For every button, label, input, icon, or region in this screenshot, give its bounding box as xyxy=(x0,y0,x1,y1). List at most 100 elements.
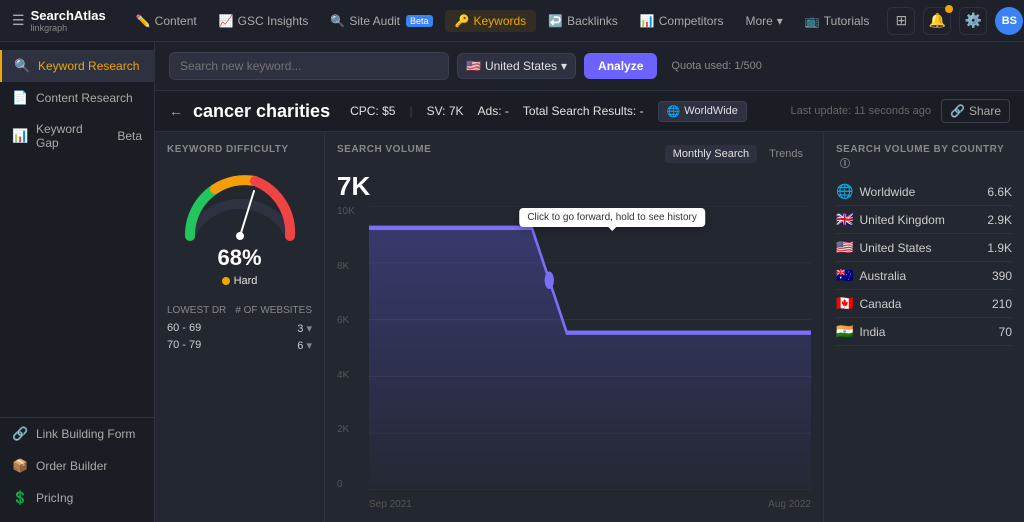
chevron-down-icon: ▾ xyxy=(777,14,783,28)
sidebar-item-link-building[interactable]: 🔗 Link Building Form xyxy=(0,418,154,450)
keyword-meta: CPC: $5 | SV: 7K Ads: - Total Search Res… xyxy=(350,101,747,122)
sv-chart-wrap: 10K 8K 6K 4K 2K 0 Click to go forward, h… xyxy=(337,206,811,510)
country-row-worldwide: 🌐Worldwide 6.6K xyxy=(836,178,1012,206)
top-navigation: ☰ SearchAtlas linkgraph ✏️ Content 📈 GSC… xyxy=(0,0,1024,42)
gauge-chart xyxy=(180,171,300,241)
dr-table: Lowest DR # of Websites 60 - 69 3 ▾ 70 -… xyxy=(167,305,312,354)
beta-badge: Beta xyxy=(406,15,433,27)
dr-row-1: 60 - 69 3 ▾ xyxy=(167,320,312,337)
hamburger-icon[interactable]: ☰ xyxy=(12,12,25,29)
kd-panel-title: KEYWORD DIFFICULTY xyxy=(167,144,312,155)
sv-header: SEARCH VOLUME Monthly Search Trends xyxy=(337,144,811,163)
nav-competitors[interactable]: 📊 Competitors xyxy=(630,10,734,32)
in-flag: 🇮🇳 xyxy=(836,323,853,340)
sidebar-item-pricing[interactable]: 💲 PricIng xyxy=(0,482,154,514)
search-bar: 🇺🇸 United States ▾ Analyze Quota used: 1… xyxy=(155,42,1024,91)
tab-trends[interactable]: Trends xyxy=(761,145,811,163)
dr-col2-header: # of Websites xyxy=(235,305,312,316)
chart-tooltip: Click to go forward, hold to see history xyxy=(519,208,705,227)
gap-icon: 📊 xyxy=(12,128,28,144)
au-flag: 🇦🇺 xyxy=(836,267,853,284)
country-panel: SEARCH VOLUME BY COUNTRY ⓘ 🌐Worldwide 6.… xyxy=(824,132,1024,522)
audit-icon: 🔍 xyxy=(330,14,345,28)
gauge-area: 68% Hard xyxy=(167,171,312,287)
sv-panel-title: SEARCH VOLUME xyxy=(337,144,431,155)
country-row-au: 🇦🇺Australia 390 xyxy=(836,262,1012,290)
nav-backlinks[interactable]: ↩️ Backlinks xyxy=(538,10,628,32)
flag-icon: 🇺🇸 xyxy=(466,59,481,73)
info-icon[interactable]: ⓘ xyxy=(840,159,851,170)
country-row-in: 🇮🇳India 70 xyxy=(836,318,1012,346)
bell-icon[interactable]: 🔔 xyxy=(923,7,951,35)
quota-text: Quota used: 1/500 xyxy=(671,60,762,72)
country-panel-title: SEARCH VOLUME BY COUNTRY ⓘ xyxy=(836,144,1012,170)
dr-row-2: 70 - 79 6 ▾ xyxy=(167,337,312,354)
keyword-difficulty-panel: KEYWORD DIFFICULTY xyxy=(155,132,325,522)
chart-inner: Click to go forward, hold to see history xyxy=(369,206,811,490)
sv-tabs: Monthly Search Trends xyxy=(665,145,811,163)
dollar-icon: 💲 xyxy=(12,490,28,506)
search-volume-panel: SEARCH VOLUME Monthly Search Trends 7K 1… xyxy=(325,132,824,522)
link-icon: 🔗 xyxy=(12,426,28,442)
chevron-icon: ▾ xyxy=(561,59,567,73)
avatar[interactable]: BS xyxy=(995,7,1023,35)
country-row-ca: 🇨🇦Canada 210 xyxy=(836,290,1012,318)
sidebar-bottom: 🔗 Link Building Form 📦 Order Builder 💲 P… xyxy=(0,417,154,514)
worldwide-flag: 🌐 xyxy=(836,183,853,200)
expand-icon-1[interactable]: ▾ xyxy=(306,323,312,335)
document-icon: 📄 xyxy=(12,90,28,106)
hard-dot xyxy=(222,277,230,285)
content-icon: ✏️ xyxy=(136,14,151,28)
tab-monthly-search[interactable]: Monthly Search xyxy=(665,145,757,163)
box-icon: 📦 xyxy=(12,458,28,474)
main-layout: 🔍 Keyword Research 📄 Content Research 📊 … xyxy=(0,42,1024,522)
country-row-uk: 🇬🇧United Kingdom 2.9K xyxy=(836,206,1012,234)
globe-icon: 🌐 xyxy=(667,105,681,118)
keyword-title: cancer charities xyxy=(193,101,330,122)
key-icon: 🔑 xyxy=(455,14,470,28)
nav-tutorials[interactable]: 📺 Tutorials xyxy=(795,10,880,32)
y-axis-labels: 10K 8K 6K 4K 2K 0 xyxy=(337,206,367,490)
sidebar-item-keyword-gap[interactable]: 📊 Keyword Gap Beta xyxy=(0,114,154,158)
competitor-icon: 📊 xyxy=(640,14,655,28)
country-row-us: 🇺🇸United States 1.9K xyxy=(836,234,1012,262)
x-axis-labels: Sep 2021 Aug 2022 xyxy=(369,499,811,510)
share-button[interactable]: 🔗 Share xyxy=(941,99,1010,123)
gauge-value: 68% xyxy=(217,245,261,271)
sv-value: 7K xyxy=(337,171,811,202)
nav-content[interactable]: ✏️ Content xyxy=(126,10,207,32)
logo: ☰ SearchAtlas linkgraph xyxy=(12,8,106,33)
nav-keywords[interactable]: 🔑 Keywords xyxy=(445,10,537,32)
dr-col1-header: Lowest DR xyxy=(167,305,226,316)
sidebar-item-content-research[interactable]: 📄 Content Research xyxy=(0,82,154,114)
last-update: Last update: 11 seconds ago xyxy=(791,105,931,117)
ca-flag: 🇨🇦 xyxy=(836,295,853,312)
line-chart xyxy=(369,206,811,490)
sidebar-item-order-builder[interactable]: 📦 Order Builder xyxy=(0,450,154,482)
backlink-icon: ↩️ xyxy=(548,14,563,28)
expand-icon-2[interactable]: ▾ xyxy=(306,340,312,352)
main-content: 🇺🇸 United States ▾ Analyze Quota used: 1… xyxy=(155,42,1024,522)
geo-selector[interactable]: 🌐 WorldWide xyxy=(658,101,747,122)
sidebar-item-keyword-research[interactable]: 🔍 Keyword Research xyxy=(0,50,154,82)
nav-items: ✏️ Content 📈 GSC Insights 🔍 Site Audit B… xyxy=(126,10,880,32)
country-selector[interactable]: 🇺🇸 United States ▾ xyxy=(457,53,576,79)
nav-more[interactable]: More ▾ xyxy=(735,10,792,32)
uk-flag: 🇬🇧 xyxy=(836,211,853,228)
nav-site-audit[interactable]: 🔍 Site Audit Beta xyxy=(320,10,442,32)
keyword-header: ← cancer charities CPC: $5 | SV: 7K Ads:… xyxy=(155,91,1024,132)
nav-right-actions: ⊞ 🔔 ⚙️ BS ▾ xyxy=(887,7,1024,35)
back-button[interactable]: ← xyxy=(169,103,183,119)
data-panels: KEYWORD DIFFICULTY xyxy=(155,132,1024,522)
settings-icon[interactable]: ⚙️ xyxy=(959,7,987,35)
sidebar: 🔍 Keyword Research 📄 Content Research 📊 … xyxy=(0,42,155,522)
search-icon: 🔍 xyxy=(14,58,30,74)
share-icon: 🔗 xyxy=(950,104,965,118)
us-flag: 🇺🇸 xyxy=(836,239,853,256)
gauge-label: Hard xyxy=(222,275,258,287)
grid-icon[interactable]: ⊞ xyxy=(887,7,915,35)
analyze-button[interactable]: Analyze xyxy=(584,53,657,79)
chart-icon: 📈 xyxy=(219,14,234,28)
nav-gsc[interactable]: 📈 GSC Insights xyxy=(209,10,319,32)
search-input[interactable] xyxy=(169,52,449,80)
